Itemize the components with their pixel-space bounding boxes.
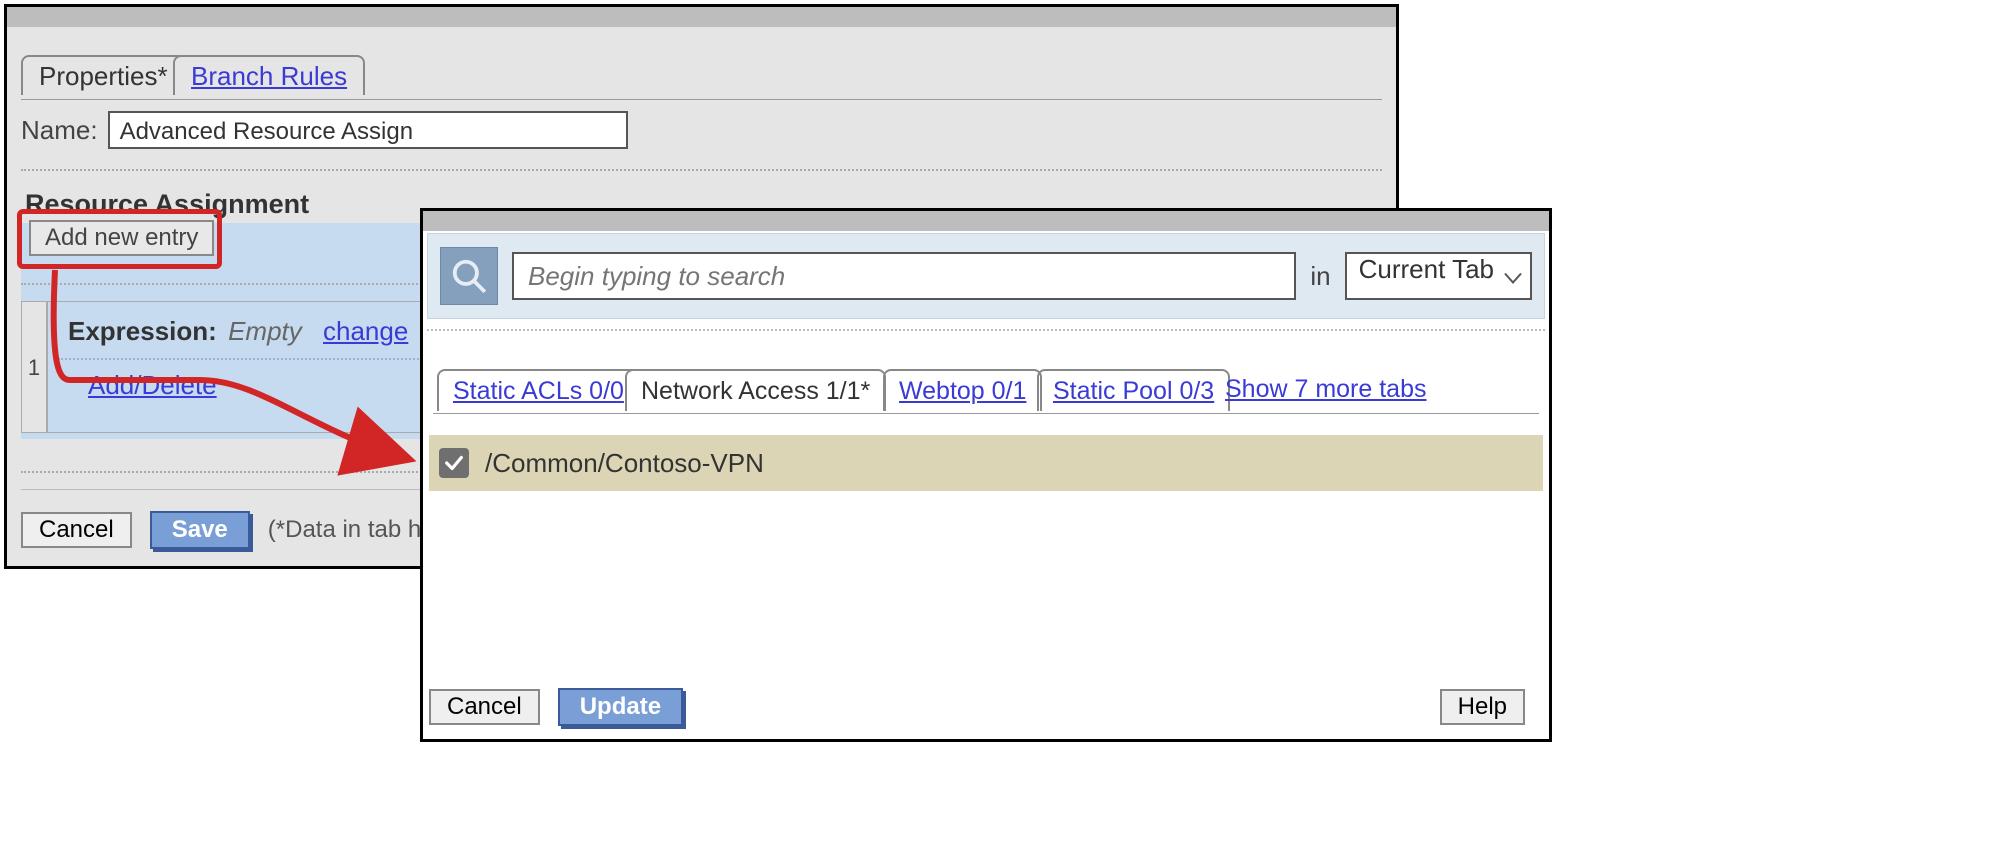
name-input[interactable]: Advanced Resource Assign <box>108 111 628 149</box>
resource-type-tabs: Static ACLs 0/0 Network Access 1/1* Webt… <box>433 369 1539 414</box>
tab-properties[interactable]: Properties* <box>21 55 186 95</box>
tab-branch-rules[interactable]: Branch Rules <box>173 55 365 95</box>
expression-label: Expression <box>68 316 208 346</box>
search-icon[interactable] <box>440 247 498 305</box>
expression-value: Empty <box>228 316 302 346</box>
tab-static-acls-label: Static ACLs 0/0 <box>453 377 624 405</box>
front-button-row: Cancel Update Help <box>429 681 1543 733</box>
separator <box>427 329 1545 331</box>
section-heading: Resource Assignment <box>25 189 309 220</box>
help-button[interactable]: Help <box>1440 689 1525 725</box>
tab-network-access-label: Network Access 1/1* <box>641 377 870 405</box>
tab-static-acls[interactable]: Static ACLs 0/0 <box>437 369 640 411</box>
expression-line: Expression: Empty change <box>68 316 408 347</box>
tab-branch-rules-label: Branch Rules <box>191 61 347 91</box>
separator <box>21 169 1382 171</box>
scope-select[interactable]: Current Tab <box>1345 252 1532 300</box>
tab-properties-label: Properties* <box>39 61 168 91</box>
resource-name: /Common/Contoso-VPN <box>485 448 764 479</box>
titlebar <box>7 7 1396 27</box>
tab-webtop[interactable]: Webtop 0/1 <box>883 369 1042 411</box>
name-row: Name: Advanced Resource Assign <box>21 111 628 149</box>
tab-static-pool-label: Static Pool 0/3 <box>1053 377 1214 405</box>
in-label: in <box>1310 261 1330 292</box>
search-row: in Current Tab <box>427 233 1545 319</box>
search-input[interactable] <box>512 252 1296 300</box>
save-button[interactable]: Save <box>150 511 250 549</box>
name-label: Name: <box>21 115 98 146</box>
name-value: Advanced Resource Assign <box>120 118 414 145</box>
cancel-button[interactable]: Cancel <box>21 512 132 548</box>
tab-static-pool[interactable]: Static Pool 0/3 <box>1037 369 1230 411</box>
chevron-down-icon <box>1504 261 1522 292</box>
row-index: 1 <box>21 301 47 433</box>
change-link[interactable]: change <box>323 316 408 346</box>
update-button[interactable]: Update <box>558 688 683 726</box>
add-new-entry-button[interactable]: Add new entry <box>29 220 214 256</box>
cancel-button[interactable]: Cancel <box>429 689 540 725</box>
checkbox-checked-icon[interactable] <box>439 448 469 478</box>
scope-value: Current Tab <box>1359 254 1494 284</box>
titlebar <box>423 211 1549 231</box>
show-more-tabs-link[interactable]: Show 7 more tabs <box>1225 375 1427 404</box>
resource-picker-panel: in Current Tab Static ACLs 0/0 Network A… <box>420 208 1552 742</box>
tab-network-access[interactable]: Network Access 1/1* <box>625 369 886 411</box>
add-delete-link[interactable]: Add/Delete <box>88 370 217 401</box>
resource-row[interactable]: /Common/Contoso-VPN <box>429 435 1543 491</box>
tab-strip: Properties* Branch Rules <box>21 57 1382 100</box>
tab-webtop-label: Webtop 0/1 <box>899 377 1026 405</box>
